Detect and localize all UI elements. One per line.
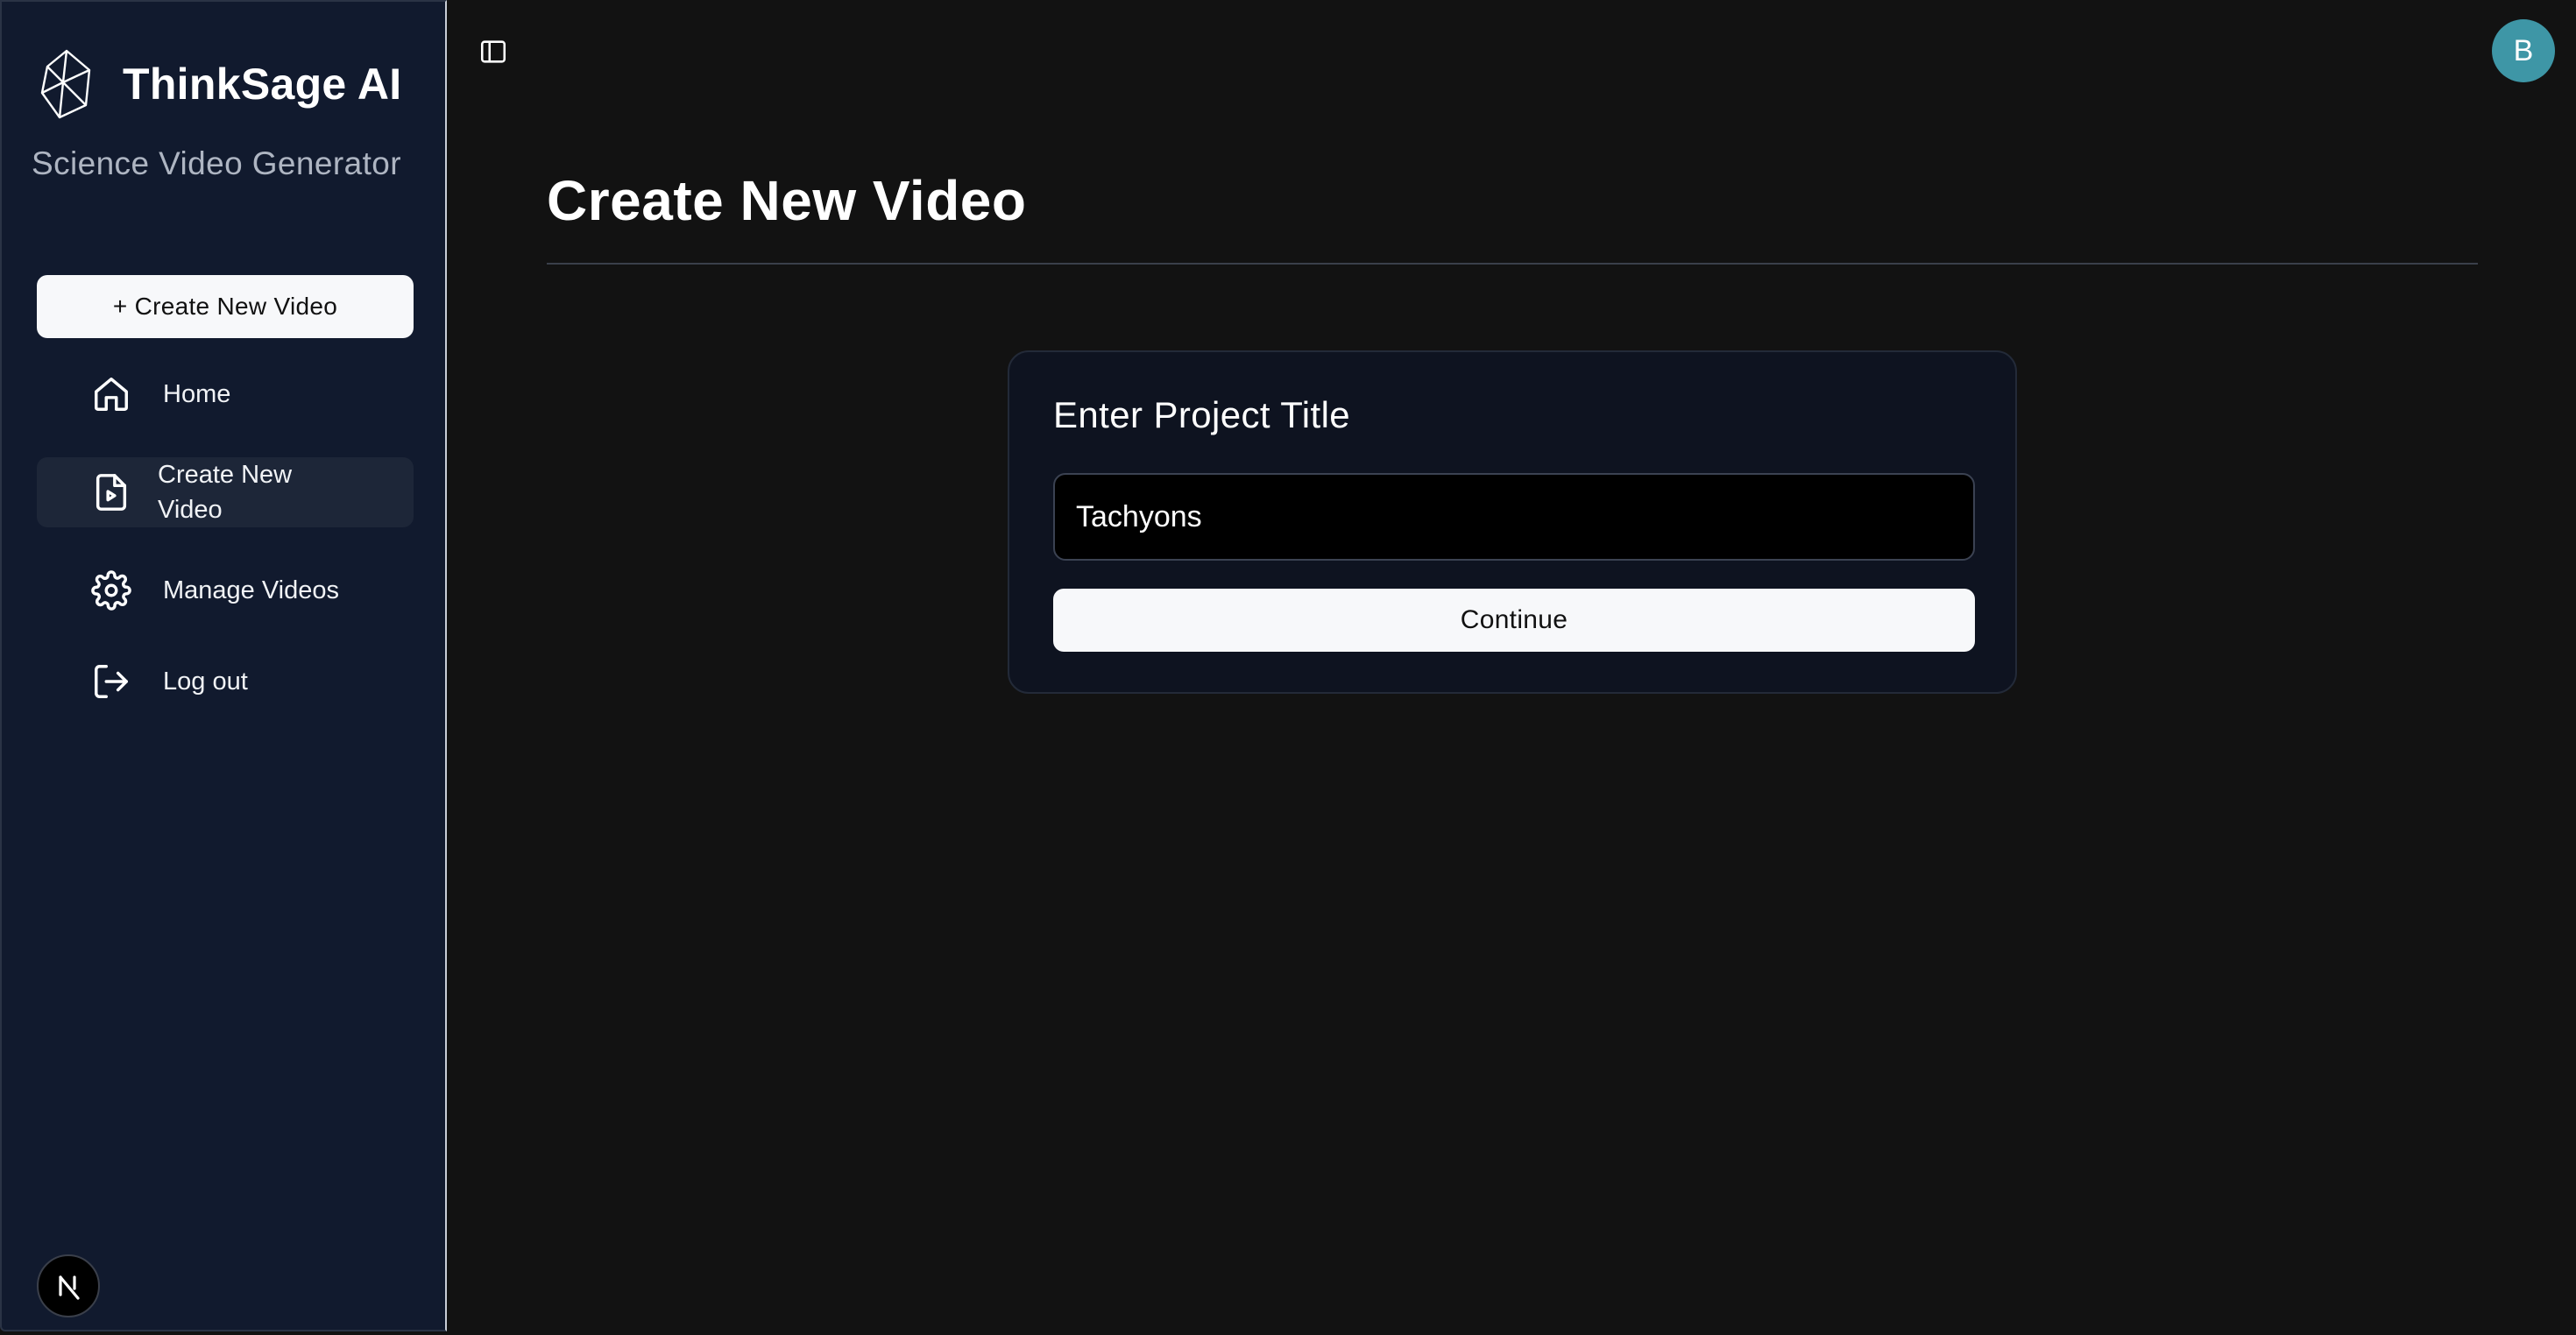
page-title: Create New Video xyxy=(547,169,1027,232)
create-new-video-button[interactable]: + Create New Video xyxy=(37,275,414,338)
brand[interactable]: ThinkSage AI xyxy=(37,47,401,121)
sidebar-item-label: Home xyxy=(163,380,231,408)
video-file-icon xyxy=(96,474,127,511)
brand-name: ThinkSage AI xyxy=(123,60,402,109)
sidebar-item-label: Create New Video xyxy=(158,461,293,524)
avatar[interactable]: B xyxy=(2492,19,2555,82)
sidebar-item-log-out[interactable]: Log out xyxy=(37,653,414,710)
divider xyxy=(547,263,2478,265)
n-logo-icon xyxy=(59,1275,80,1300)
app-root: ThinkSage AI Science Video Generator + C… xyxy=(0,0,2576,1335)
sidebar-item-home[interactable]: Home xyxy=(37,366,414,422)
brand-subtitle: Science Video Generator xyxy=(32,145,401,181)
card-title: Enter Project Title xyxy=(1053,394,1351,435)
home-icon xyxy=(95,378,128,411)
sidebar-item-manage-videos[interactable]: Manage Videos xyxy=(37,562,414,618)
sidebar-item-label: Manage Videos xyxy=(163,576,340,604)
sidebar-item-label: Log out xyxy=(163,668,248,696)
next-dev-badge[interactable] xyxy=(37,1254,100,1317)
continue-button[interactable]: Continue xyxy=(1053,589,1975,652)
project-title-input[interactable] xyxy=(1053,473,1975,561)
project-title-card: Enter Project Title Continue xyxy=(1008,350,2017,694)
gear-icon xyxy=(91,570,131,611)
brand-logo-icon xyxy=(40,49,91,119)
logout-icon xyxy=(95,665,128,698)
sidebar-item-create-new-video[interactable]: Create New Video xyxy=(37,457,414,527)
sidebar-toggle-icon[interactable] xyxy=(478,37,508,67)
sidebar: ThinkSage AI Science Video Generator + C… xyxy=(0,0,447,1331)
